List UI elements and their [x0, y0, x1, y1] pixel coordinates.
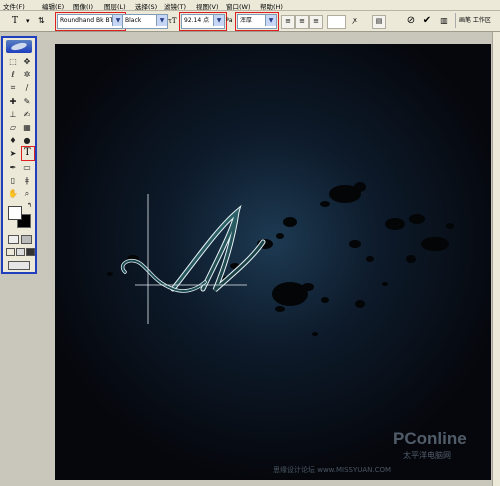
align-right-button[interactable]: ≡: [309, 15, 323, 29]
options-bar: T ▾ ⇅ Roundhand Bk BT ▼ Black ▼ τT 92.14…: [0, 11, 500, 32]
cancel-edit-icon[interactable]: ⊘: [405, 15, 417, 27]
gradient-tool-icon[interactable]: ▦: [21, 122, 33, 134]
menu-help[interactable]: 帮助(H): [260, 1, 283, 11]
history-brush-icon[interactable]: ✍: [21, 109, 33, 121]
standard-mode-button[interactable]: [8, 235, 19, 244]
jump-to-imageready-button[interactable]: [8, 261, 30, 270]
font-size-select[interactable]: 92.14 点 ▼: [179, 12, 227, 31]
menu-edit[interactable]: 编辑(E): [42, 1, 64, 11]
chevron-down-icon: ▼: [265, 15, 276, 26]
notes-tool-icon[interactable]: ▯: [7, 175, 19, 187]
menu-window[interactable]: 窗口(W): [226, 1, 251, 11]
menu-image[interactable]: 图像(I): [73, 1, 93, 11]
menu-layer[interactable]: 图层(L): [104, 1, 126, 11]
pen-tool-icon[interactable]: ✒: [7, 162, 19, 174]
menu-select[interactable]: 选择(S): [135, 1, 157, 11]
brush-tool-icon[interactable]: ✎: [21, 96, 33, 108]
warp-text-icon[interactable]: ꭗ: [349, 15, 361, 27]
zoom-tool-icon[interactable]: ⌕: [21, 188, 33, 200]
eyedropper-icon[interactable]: ǂ: [21, 175, 33, 187]
font-style-value: Black: [125, 17, 142, 24]
antialias-select[interactable]: 浑厚 ▼: [235, 12, 279, 31]
font-size-icon: τT: [168, 17, 177, 25]
toolbox-header[interactable]: [6, 40, 32, 53]
feather-logo-icon: [11, 42, 27, 51]
chevron-down-icon: ▼: [156, 15, 167, 26]
text-orientation-icon[interactable]: ⇅: [38, 14, 45, 28]
type-tool-button[interactable]: T: [21, 146, 35, 161]
swap-colors-icon[interactable]: ↰: [27, 202, 32, 209]
eraser-tool-icon[interactable]: ▱: [7, 122, 19, 134]
watermark-sub: 太平洋电脑网: [403, 450, 451, 460]
brush-palette-icon[interactable]: ▥: [438, 15, 450, 27]
watermark-brand: PConline: [393, 429, 467, 448]
slice-tool-icon[interactable]: ∕: [21, 82, 33, 94]
document-canvas[interactable]: PConline 太平洋电脑网 思缘设计论坛 www.MISSYUAN.COM: [55, 44, 491, 480]
lasso-tool-icon[interactable]: ℓ: [7, 69, 19, 81]
font-size-value: 92.14 点: [184, 17, 210, 24]
hand-tool-icon[interactable]: ✋: [7, 188, 19, 200]
antialias-value: 浑厚: [240, 17, 253, 24]
commit-edit-icon[interactable]: ✔: [421, 15, 433, 27]
font-family-value: Roundhand Bk BT: [60, 17, 114, 24]
shape-tool-icon[interactable]: ▭: [21, 162, 33, 174]
antialias-icon: ªa: [226, 17, 233, 24]
foreground-color-swatch[interactable]: [8, 206, 22, 220]
text-color-swatch[interactable]: [327, 15, 346, 29]
type-tool-icon: T: [24, 147, 31, 158]
move-tool-icon[interactable]: ✥: [21, 56, 33, 68]
screen-mode-standard[interactable]: [6, 248, 15, 256]
menu-filter[interactable]: 滤镜(T): [164, 1, 186, 11]
quick-mask-button[interactable]: [21, 235, 32, 244]
palette-well-tab[interactable]: 画笔 工作区: [455, 13, 500, 28]
menu-bar: 文件(F) 编辑(E) 图像(I) 图层(L) 选择(S) 滤镜(T) 视图(V…: [0, 0, 500, 11]
type-tool-preset-icon[interactable]: T: [12, 14, 18, 28]
path-selection-icon[interactable]: ➤: [7, 148, 19, 160]
font-family-select[interactable]: Roundhand Bk BT ▼: [55, 12, 126, 31]
screen-mode-full-menu[interactable]: [16, 248, 25, 256]
blur-tool-icon[interactable]: ♦: [7, 135, 19, 147]
font-style-select[interactable]: Black ▼: [122, 14, 168, 29]
palettes-toggle-icon[interactable]: ▤: [372, 15, 386, 29]
clone-stamp-icon[interactable]: ⊥: [7, 109, 19, 121]
chevron-down-icon: ▼: [213, 15, 224, 26]
watermark-site: 思缘设计论坛 www.MISSYUAN.COM: [273, 465, 391, 474]
marquee-tool-icon[interactable]: ⬚: [7, 56, 19, 68]
dropdown-arrow-icon[interactable]: ▾: [26, 14, 30, 28]
crop-tool-icon[interactable]: ⌗: [7, 82, 19, 94]
align-left-button[interactable]: ≡: [281, 15, 295, 29]
menu-view[interactable]: 视图(V): [196, 1, 219, 11]
align-center-button[interactable]: ≡: [295, 15, 309, 29]
healing-brush-icon[interactable]: ✚: [7, 96, 19, 108]
menu-file[interactable]: 文件(F): [3, 1, 25, 11]
screen-mode-full[interactable]: [26, 248, 35, 256]
right-panel-edge: [492, 32, 500, 486]
magic-wand-icon[interactable]: ✲: [21, 69, 33, 81]
toolbox: ⬚ ✥ ℓ ✲ ⌗ ∕ ✚ ✎ ⊥ ✍ ▱ ▦ ♦ ● ➤ T ✒ ▭ ▯ ǂ …: [1, 36, 37, 274]
canvas-artwork: PConline 太平洋电脑网 思缘设计论坛 www.MISSYUAN.COM: [55, 44, 491, 480]
